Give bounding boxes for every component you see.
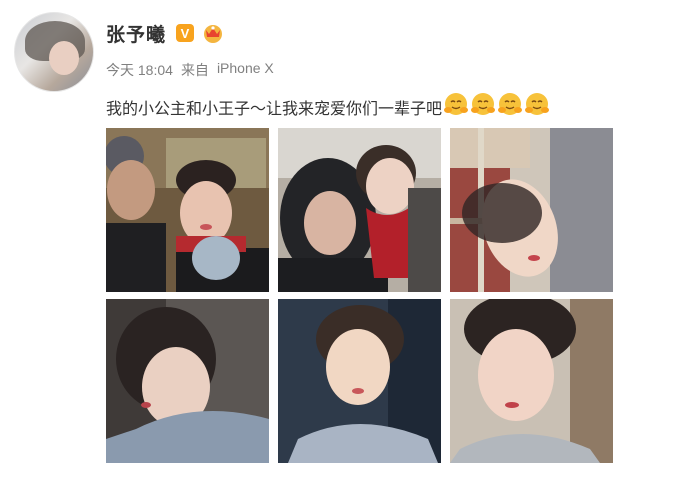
photo-2[interactable] <box>278 128 441 292</box>
photo-6[interactable] <box>450 299 613 463</box>
avatar-face <box>49 41 79 75</box>
photo-grid <box>106 128 613 463</box>
post-header: 张予曦 V <box>106 18 224 48</box>
photo-4[interactable] <box>106 299 269 463</box>
photo-3[interactable] <box>450 128 613 292</box>
hug-emoji <box>498 93 523 115</box>
photo-1[interactable] <box>106 128 269 292</box>
hug-emoji <box>525 93 550 115</box>
post-time[interactable]: 今天 18:04 <box>106 60 173 80</box>
avatar[interactable] <box>14 12 94 92</box>
hug-emoji <box>444 93 469 115</box>
emoji-row <box>442 91 550 122</box>
source-prefix: 来自 <box>180 62 209 78</box>
post-meta: 今天 18:04 来自 iPhone X <box>106 60 274 80</box>
post-text-content: 我的小公主和小王子～让我来宠爱你们一辈子吧 <box>106 100 443 118</box>
verified-badge-icon[interactable]: V <box>176 24 195 42</box>
post-text: 我的小公主和小王子～让我来宠爱你们一辈子吧 <box>106 91 550 122</box>
source-device[interactable]: iPhone X <box>217 60 274 80</box>
username[interactable]: 张予曦 <box>106 20 166 47</box>
hug-emoji <box>471 93 496 115</box>
photo-5[interactable] <box>278 299 441 463</box>
crown-icon[interactable] <box>202 22 224 44</box>
